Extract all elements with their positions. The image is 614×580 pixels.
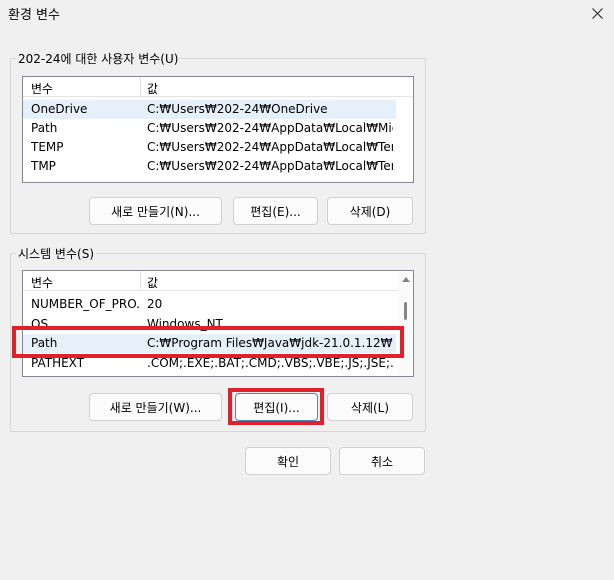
close-button[interactable] xyxy=(580,0,614,26)
user-edit-button[interactable]: 편집(E)... xyxy=(233,197,318,225)
system-edit-button[interactable]: 편집(I)... xyxy=(235,393,318,421)
user-new-button[interactable]: 새로 만들기(N)... xyxy=(89,197,222,225)
table-row[interactable]: TMP C:₩Users₩202-24₩AppData₩Local₩Temp xyxy=(23,157,396,176)
user-delete-button[interactable]: 삭제(D) xyxy=(327,197,413,225)
user-variables-list[interactable]: 변수 값 OneDrive C:₩Users₩202-24₩OneDrive P… xyxy=(22,76,414,183)
cancel-button[interactable]: 취소 xyxy=(339,447,425,475)
title-bar: 환경 변수 xyxy=(0,0,614,26)
scroll-up-arrow-icon[interactable] xyxy=(402,277,410,282)
column-divider[interactable] xyxy=(140,271,141,291)
variable-value: C:₩Users₩202-24₩OneDrive xyxy=(147,102,328,116)
column-divider[interactable] xyxy=(140,77,141,97)
table-row[interactable]: OneDrive C:₩Users₩202-24₩OneDrive xyxy=(23,100,396,119)
variable-name: TEMP xyxy=(31,140,64,154)
variable-name: PATHEXT xyxy=(31,356,85,370)
table-row[interactable]: TEMP C:₩Users₩202-24₩AppData₩Local₩Temp xyxy=(23,138,396,157)
variable-value: C:₩Users₩202-24₩AppData₩Local₩Temp xyxy=(147,159,393,173)
table-row[interactable]: Path C:₩Users₩202-24₩AppData₩Local₩Micro… xyxy=(23,119,396,138)
column-header-value[interactable]: 값 xyxy=(147,274,158,291)
system-variables-label: 시스템 변수(S) xyxy=(16,245,96,262)
variable-name: OneDrive xyxy=(31,102,88,116)
list-header: 변수 값 xyxy=(23,271,413,291)
variable-value: C:₩Program Files₩Java₩jdk-21.0.1.12₩bin;… xyxy=(147,336,393,350)
system-variables-list[interactable]: 변수 값 NUMBER_OF_PRO... 20 OS Windows_NT P… xyxy=(22,270,414,377)
variable-value: C:₩Users₩202-24₩AppData₩Local₩Micro... xyxy=(147,121,393,135)
variable-value: C:₩Users₩202-24₩AppData₩Local₩Temp xyxy=(147,140,393,154)
variable-value: .COM;.EXE;.BAT;.CMD;.VBS;.VBE;.JS;.JSE;.… xyxy=(147,356,393,370)
column-header-variable[interactable]: 변수 xyxy=(31,274,53,291)
column-header-variable[interactable]: 변수 xyxy=(31,80,53,97)
column-header-value[interactable]: 값 xyxy=(147,80,158,97)
variable-name: OS xyxy=(31,317,49,331)
list-header: 변수 값 xyxy=(23,77,413,97)
window-title: 환경 변수 xyxy=(8,8,60,23)
close-icon xyxy=(591,7,603,19)
ok-button[interactable]: 확인 xyxy=(245,447,331,475)
variable-name: NUMBER_OF_PRO... xyxy=(31,297,139,311)
variable-name: TMP xyxy=(31,159,56,173)
variable-value: Windows_NT xyxy=(147,317,223,331)
table-row[interactable]: NUMBER_OF_PRO... 20 xyxy=(23,295,396,314)
user-variables-label: 202-24에 대한 사용자 변수(U) xyxy=(16,50,181,67)
table-row[interactable]: OS Windows_NT xyxy=(23,315,396,334)
table-row[interactable]: Path C:₩Program Files₩Java₩jdk-21.0.1.12… xyxy=(23,334,396,353)
system-new-button[interactable]: 새로 만들기(W)... xyxy=(89,393,222,421)
variable-value: 20 xyxy=(147,297,163,311)
scrollbar-thumb[interactable] xyxy=(404,302,407,320)
variable-name: Path xyxy=(31,336,58,350)
vertical-scrollbar[interactable] xyxy=(399,272,412,376)
system-delete-button[interactable]: 삭제(L) xyxy=(327,393,413,421)
table-row[interactable]: PATHEXT .COM;.EXE;.BAT;.CMD;.VBS;.VBE;.J… xyxy=(23,354,396,373)
variable-name: Path xyxy=(31,121,58,135)
